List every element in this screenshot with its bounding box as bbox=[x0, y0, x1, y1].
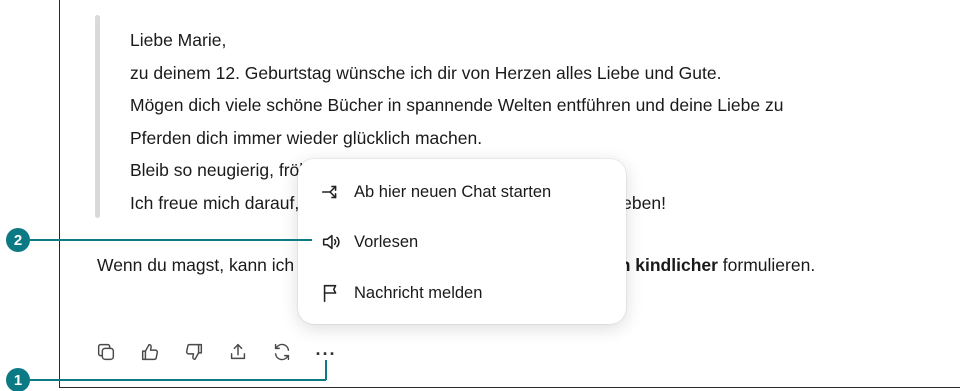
quote-line: Mögen dich viele schöne Bücher in spanne… bbox=[130, 95, 784, 115]
thumbs-down-button[interactable] bbox=[183, 341, 205, 363]
quote-line: zu deinem 12. Geburtstag wünsche ich dir… bbox=[130, 62, 722, 83]
menu-item-label: Vorlesen bbox=[354, 232, 419, 251]
thumbs-down-icon bbox=[185, 343, 203, 361]
menu-item-report[interactable]: Nachricht melden bbox=[320, 277, 482, 309]
callout-line-1 bbox=[30, 379, 326, 381]
message-actions: ··· bbox=[95, 338, 359, 366]
menu-item-new-chat[interactable]: Ab hier neuen Chat starten bbox=[320, 176, 551, 208]
copy-icon bbox=[97, 343, 115, 361]
share-button[interactable] bbox=[227, 341, 249, 363]
callout-line-1-vertical bbox=[325, 360, 327, 380]
menu-item-read-aloud[interactable]: Vorlesen bbox=[320, 226, 418, 258]
callout-badge-1: 1 bbox=[6, 368, 30, 391]
regenerate-button[interactable] bbox=[271, 341, 293, 363]
context-menu: Ab hier neuen Chat starten Vorlesen Nach… bbox=[298, 159, 626, 324]
speaker-icon bbox=[322, 234, 340, 250]
copy-button[interactable] bbox=[95, 341, 117, 363]
callout-line-2 bbox=[30, 239, 312, 241]
regenerate-icon bbox=[274, 343, 290, 361]
branch-icon bbox=[321, 185, 337, 199]
quote-line: Liebe Marie, bbox=[130, 30, 227, 50]
menu-item-label: Nachricht melden bbox=[354, 283, 483, 302]
reply-suffix: formulieren. bbox=[717, 255, 816, 275]
menu-item-label: Ab hier neuen Chat starten bbox=[354, 182, 552, 201]
quote-line: Pferden dich immer wieder glücklich mach… bbox=[130, 127, 483, 148]
quote-bar bbox=[95, 15, 100, 218]
share-icon bbox=[230, 343, 246, 360]
thumbs-up-button[interactable] bbox=[139, 341, 161, 363]
flag-icon bbox=[323, 284, 337, 303]
thumbs-up-icon bbox=[141, 343, 159, 361]
callout-badge-2: 2 bbox=[6, 228, 30, 252]
